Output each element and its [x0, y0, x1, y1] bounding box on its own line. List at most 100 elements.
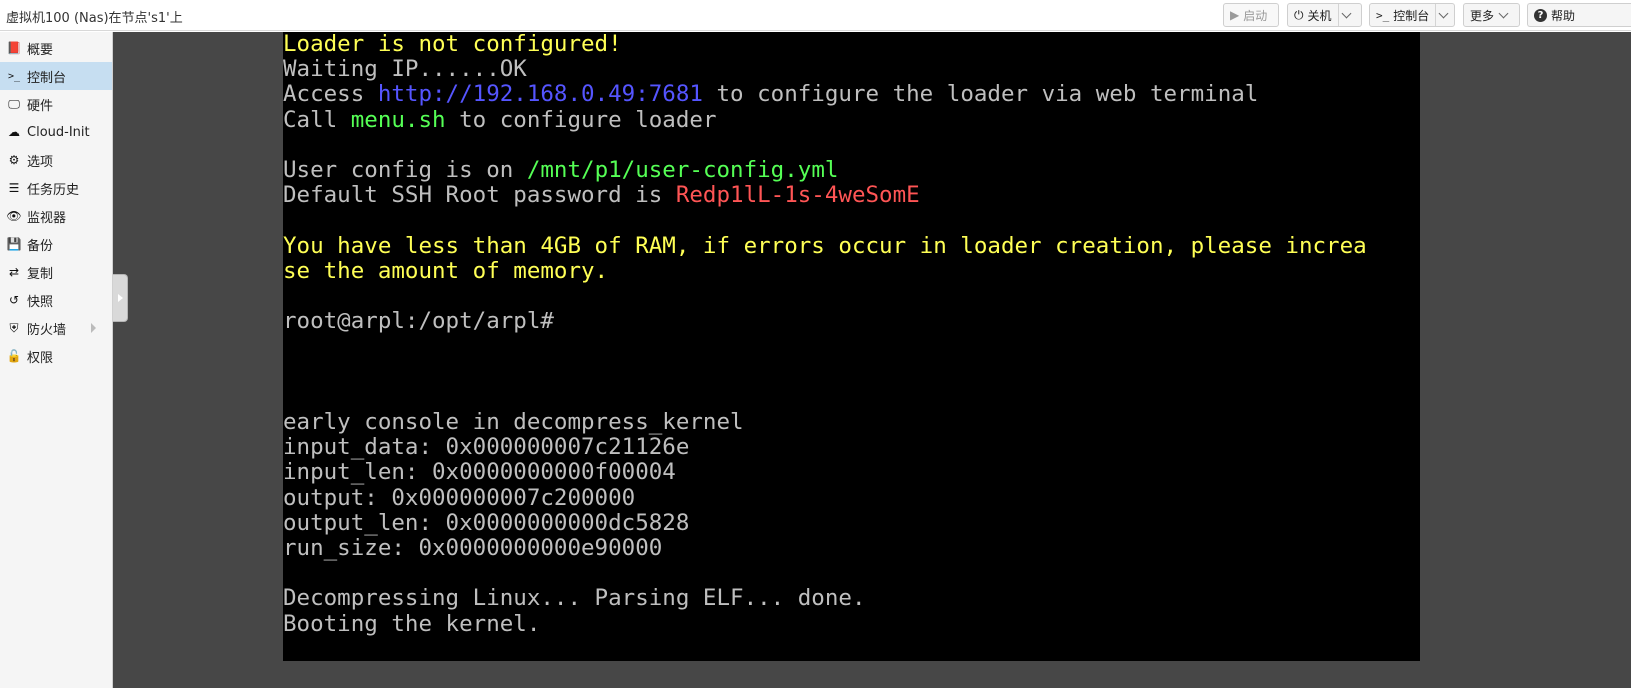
console-dropdown[interactable]	[1435, 4, 1451, 26]
history-icon: ↺	[8, 293, 20, 307]
terminal-text: to configure the loader via web terminal	[702, 81, 1259, 108]
terminal-text: root@arpl:/opt/arpl#	[283, 308, 554, 335]
sidebar-item-label: Cloud-Init	[27, 124, 90, 140]
floppy-icon: 💾	[6, 237, 22, 251]
sidebar-item-0[interactable]: 📕 概要	[0, 34, 112, 62]
power-icon: ⏻	[1294, 7, 1304, 22]
terminal-line: Call menu.sh to configure loader	[283, 106, 717, 133]
console-label: 控制台	[1393, 8, 1430, 23]
sidebar-collapse-handle[interactable]	[113, 274, 128, 322]
start-label: 启动	[1243, 8, 1268, 23]
terminal-text: Call	[283, 106, 351, 133]
list-icon: ☰	[8, 181, 20, 195]
sidebar-item-9[interactable]: ↺ 快照	[0, 286, 112, 314]
terminal-line: output_len: 0x0000000000dc5828	[283, 509, 690, 536]
terminal-text: Booting the kernel.	[283, 610, 541, 637]
gear-icon: ⚙	[8, 153, 20, 167]
terminal-text: User config is on	[283, 157, 527, 183]
terminal-line: input_len: 0x0000000000f00004	[283, 460, 676, 485]
terminal-line: input_data: 0x000000007c21126e	[283, 435, 689, 460]
sidebar-item-4[interactable]: ⚙ 选项	[0, 146, 112, 174]
terminal-text: output: 0x000000007c200000	[283, 484, 636, 511]
shutdown-button[interactable]: ⏻ 关机	[1287, 3, 1362, 27]
terminal-line: se the amount of memory.	[283, 257, 609, 284]
more-button[interactable]: 更多	[1463, 3, 1520, 27]
sidebar-item-label: 备份	[27, 238, 54, 254]
terminal-text: http://192.168.0.49:7681	[377, 81, 703, 108]
terminal-text: se the amount of memory.	[283, 257, 609, 284]
sidebar-item-6[interactable]: 👁 监视器	[0, 202, 112, 230]
retweet-icon: ⇄	[8, 265, 20, 279]
terminal-text: Waiting IP......OK	[283, 56, 527, 83]
sidebar-item-10[interactable]: ⛨ 防火墙	[0, 314, 112, 342]
sidebar-item-label: 权限	[27, 350, 54, 366]
sidebar-item-3[interactable]: ☁ Cloud-Init	[0, 118, 112, 146]
terminal-line: Loader is not configured!	[283, 32, 622, 57]
terminal-text: input_len: 0x0000000000f00004	[283, 459, 676, 486]
unlock-icon: 🔓	[6, 349, 22, 363]
terminal-text: Decompressing Linux... Parsing ELF... do…	[283, 585, 866, 612]
terminal-line: Decompressing Linux... Parsing ELF... do…	[283, 586, 865, 611]
sidebar: 📕 概要 >_ 控制台 🖵 硬件 ☁ Cloud-Init ⚙ 选项 ☰ 任务历史 👁 监视器 💾 备份 ⇄ 复制…	[0, 32, 113, 688]
cloud-icon: ☁	[8, 125, 20, 139]
terminal-text: output_len: 0x0000000000dc5828	[283, 509, 690, 536]
summary-icon: 📕	[6, 41, 22, 55]
console-icon: >_	[7, 70, 21, 82]
terminal-line: output: 0x000000007c200000	[283, 484, 636, 511]
terminal-text: to configure loader	[445, 106, 717, 133]
sidebar-item-label: 监视器	[27, 210, 67, 226]
terminal-text: early console in decompress_kernel	[283, 409, 744, 435]
sidebar-item-5[interactable]: ☰ 任务历史	[0, 174, 112, 202]
sidebar-item-label: 硬件	[27, 98, 54, 114]
sidebar-item-11[interactable]: 🔓 权限	[0, 342, 112, 370]
terminal-line: Booting the kernel.	[283, 610, 541, 637]
console-button[interactable]: >_ 控制台	[1369, 3, 1455, 27]
chevron-down-icon	[1498, 8, 1509, 19]
sidebar-item-8[interactable]: ⇄ 复制	[0, 258, 112, 286]
terminal-text: menu.sh	[350, 106, 446, 133]
more-label: 更多	[1470, 8, 1495, 23]
terminal-text: Default SSH Root password is	[283, 182, 676, 209]
terminal-line: run_size: 0x0000000000e90000	[283, 536, 662, 561]
terminal-text: run_size: 0x0000000000e90000	[283, 535, 663, 561]
title-bar: 虚拟机100 (Nas)在节点's1'上 ▶ 启动 ⏻ 关机 >_ 控制台 更多	[0, 0, 1631, 31]
terminal-line: Default SSH Root password is Redp1lL-1s-…	[283, 183, 920, 208]
terminal-line: Access http://192.168.0.49:7681 to confi…	[283, 82, 1258, 107]
shutdown-label: 关机	[1307, 8, 1332, 23]
terminal-text: Access	[283, 81, 378, 108]
chevron-down-icon	[1341, 8, 1351, 19]
sidebar-item-label: 防火墙	[27, 322, 67, 338]
help-button[interactable]: ? 帮助	[1527, 3, 1631, 27]
sidebar-item-7[interactable]: 💾 备份	[0, 230, 112, 258]
sidebar-item-label: 选项	[27, 154, 54, 170]
terminal-text: Redp1lL-1s-4weSomE	[675, 182, 920, 209]
terminal-icon: >_	[1376, 8, 1390, 22]
terminal-text: You have less than 4GB of RAM, if errors…	[283, 232, 1367, 259]
sidebar-item-2[interactable]: 🖵 硬件	[0, 90, 112, 118]
question-circle-icon: ?	[1534, 8, 1547, 22]
start-button[interactable]: ▶ 启动	[1223, 3, 1279, 27]
eye-icon: 👁	[6, 209, 22, 223]
monitor-icon: 🖵	[8, 96, 20, 111]
submenu-arrow-icon	[91, 323, 96, 333]
sidebar-item-label: 复制	[27, 266, 54, 282]
sidebar-item-label: 控制台	[27, 70, 67, 86]
terminal-line: User config is on /mnt/p1/user-config.ym…	[283, 158, 838, 183]
shield-icon: ⛨	[9, 320, 19, 335]
terminal-text: Loader is not configured!	[283, 32, 622, 57]
terminal-line: Waiting IP......OK	[283, 57, 527, 82]
terminal-text: /mnt/p1/user-config.yml	[526, 157, 839, 183]
expand-arrow-icon	[117, 294, 123, 302]
play-icon: ▶	[1230, 8, 1240, 22]
sidebar-item-1[interactable]: >_ 控制台	[0, 62, 112, 90]
terminal-line: early console in decompress_kernel	[283, 410, 744, 435]
vnc-terminal[interactable]: Loader is not configured! Waiting IP.....…	[283, 32, 1420, 661]
shutdown-dropdown[interactable]	[1337, 4, 1354, 26]
sidebar-item-label: 概要	[27, 42, 54, 58]
terminal-text: input_data: 0x000000007c21126e	[283, 434, 690, 461]
sidebar-item-label: 任务历史	[27, 182, 80, 198]
window-title: 虚拟机100 (Nas)在节点's1'上	[6, 11, 183, 26]
sidebar-item-label: 快照	[27, 294, 54, 310]
terminal-line: root@arpl:/opt/arpl#	[283, 309, 554, 334]
chevron-down-icon	[1438, 8, 1449, 19]
